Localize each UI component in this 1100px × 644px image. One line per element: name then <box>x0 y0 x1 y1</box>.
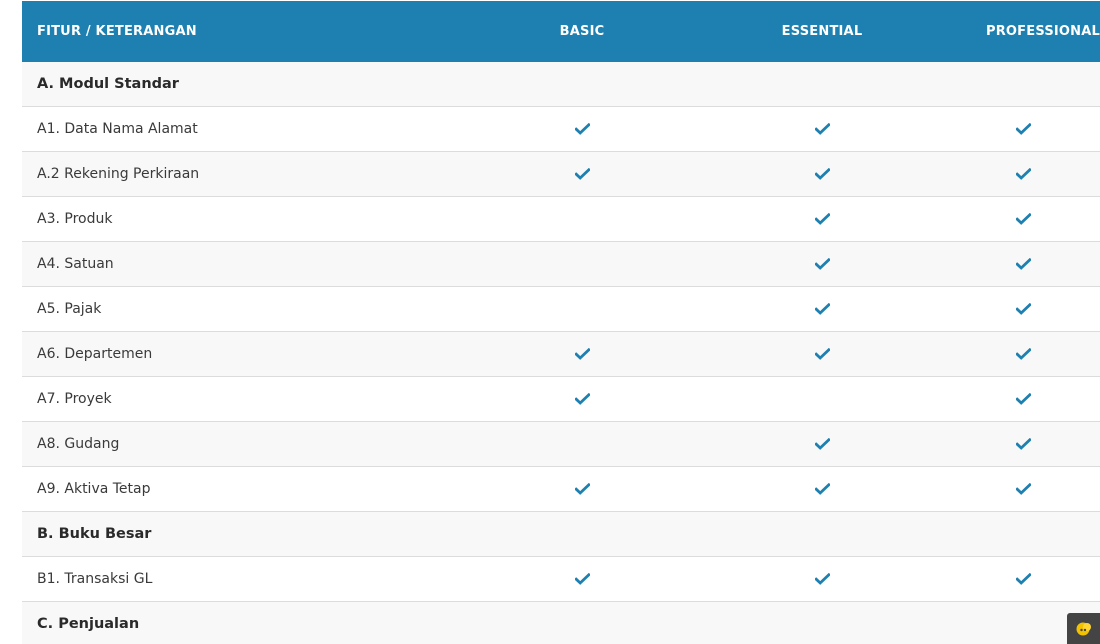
chat-widget-icon <box>1076 622 1091 635</box>
cell-essential <box>702 483 942 495</box>
check-icon <box>1015 258 1031 270</box>
check-icon <box>814 573 830 585</box>
cell-professional <box>942 213 1100 225</box>
feature-label: A9. Aktiva Tetap <box>37 481 151 497</box>
check-icon <box>574 348 590 360</box>
check-icon <box>814 483 830 495</box>
table-row: B1. Transaksi GL <box>22 557 1100 602</box>
chat-widget-button[interactable] <box>1067 613 1100 644</box>
section-title: C. Penjualan <box>37 616 140 632</box>
table-body: A. Modul Standar A1. Data Nama Alamat A.2 … <box>22 62 1100 644</box>
check-icon <box>814 213 830 225</box>
check-icon <box>574 168 590 180</box>
check-icon <box>1015 348 1031 360</box>
feature-label: A5. Pajak <box>37 301 102 317</box>
check-icon <box>1015 123 1031 135</box>
header-plan-professional: PROFESSIONAL <box>985 24 1100 39</box>
section-row: B. Buku Besar <box>22 512 1100 557</box>
cell-essential <box>702 168 942 180</box>
check-icon <box>814 123 830 135</box>
cell-professional <box>942 348 1100 360</box>
cell-essential <box>702 213 942 225</box>
table-row: A7. Proyek <box>22 377 1100 422</box>
feature-label: A4. Satuan <box>37 256 114 272</box>
check-icon <box>1015 168 1031 180</box>
cell-basic <box>462 573 702 585</box>
cell-professional <box>942 303 1100 315</box>
cell-essential <box>702 123 942 135</box>
header-plan-basic: BASIC <box>559 24 605 39</box>
table-row: A5. Pajak <box>22 287 1100 332</box>
feature-label: A3. Produk <box>37 211 113 227</box>
section-row: A. Modul Standar <box>22 62 1100 107</box>
feature-label: A.2 Rekening Perkiraan <box>37 166 200 182</box>
check-icon <box>1015 573 1031 585</box>
section-title: A. Modul Standar <box>37 76 179 92</box>
check-icon <box>574 123 590 135</box>
check-icon <box>814 348 830 360</box>
check-icon <box>574 483 590 495</box>
check-icon <box>574 573 590 585</box>
check-icon <box>1015 303 1031 315</box>
cell-professional <box>942 438 1100 450</box>
header-plan-essential: ESSENTIAL <box>781 24 863 39</box>
table-row: A8. Gudang <box>22 422 1100 467</box>
cell-essential <box>702 438 942 450</box>
cell-essential <box>702 258 942 270</box>
cell-professional <box>942 123 1100 135</box>
feature-label: A8. Gudang <box>37 436 120 452</box>
cell-essential <box>702 573 942 585</box>
table-row: A3. Produk <box>22 197 1100 242</box>
check-icon <box>1015 483 1031 495</box>
table-header: FITUR / KETERANGAN BASIC ESSENTIAL PROFE… <box>22 1 1100 62</box>
feature-label: A1. Data Nama Alamat <box>37 121 198 137</box>
check-icon <box>814 303 830 315</box>
cell-essential <box>702 348 942 360</box>
check-icon <box>1015 393 1031 405</box>
cell-professional <box>942 483 1100 495</box>
cell-basic <box>462 393 702 405</box>
check-icon <box>814 258 830 270</box>
cell-professional <box>942 168 1100 180</box>
cell-professional <box>942 258 1100 270</box>
table-row: A4. Satuan <box>22 242 1100 287</box>
table-row: A.2 Rekening Perkiraan <box>22 152 1100 197</box>
check-icon <box>814 438 830 450</box>
cell-professional <box>942 573 1100 585</box>
comparison-page: FITUR / KETERANGAN BASIC ESSENTIAL PROFE… <box>0 0 1100 644</box>
feature-label: B1. Transaksi GL <box>37 571 153 587</box>
check-icon <box>814 168 830 180</box>
cell-basic <box>462 168 702 180</box>
feature-label: A6. Departemen <box>37 346 153 362</box>
check-icon <box>1015 438 1031 450</box>
cell-basic <box>462 123 702 135</box>
header-feature: FITUR / KETERANGAN <box>37 24 197 39</box>
check-icon <box>574 393 590 405</box>
cell-essential <box>702 303 942 315</box>
section-title: B. Buku Besar <box>37 526 152 542</box>
cell-professional <box>942 393 1100 405</box>
cell-basic <box>462 348 702 360</box>
feature-label: A7. Proyek <box>37 391 112 407</box>
cell-basic <box>462 483 702 495</box>
section-row: C. Penjualan <box>22 602 1100 644</box>
table-row: A9. Aktiva Tetap <box>22 467 1100 512</box>
feature-comparison-table: FITUR / KETERANGAN BASIC ESSENTIAL PROFE… <box>22 1 1100 644</box>
table-row: A6. Departemen <box>22 332 1100 377</box>
check-icon <box>1015 213 1031 225</box>
table-row: A1. Data Nama Alamat <box>22 107 1100 152</box>
